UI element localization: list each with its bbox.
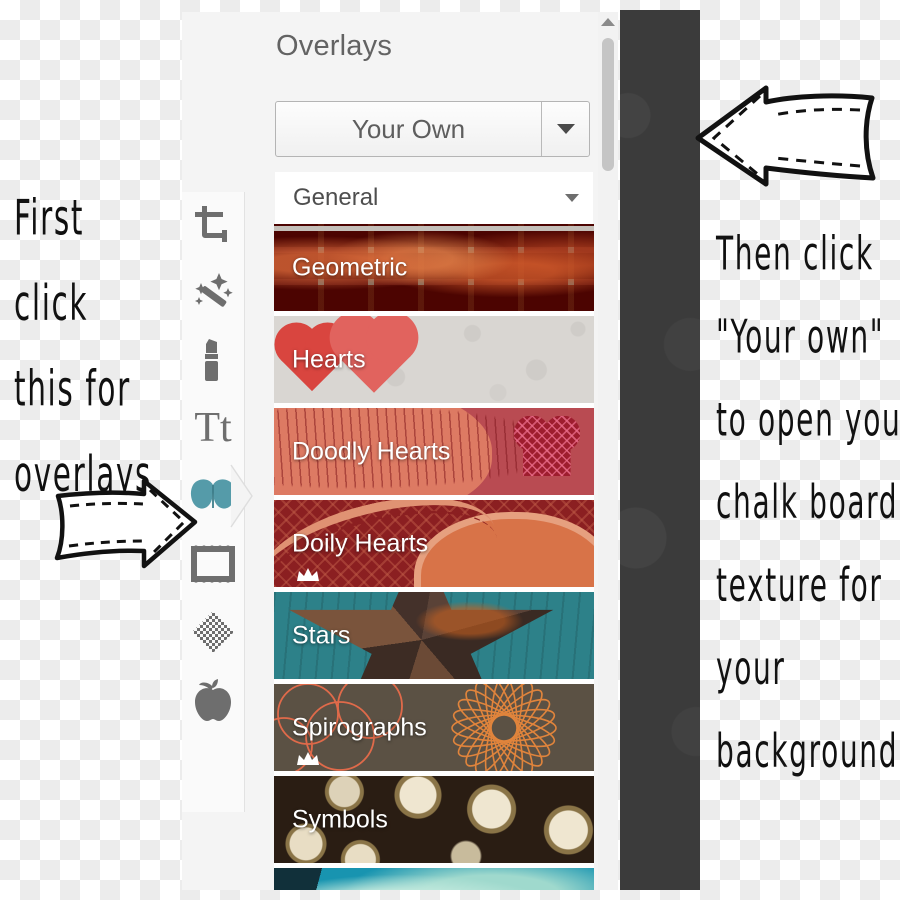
- crop-icon: [195, 206, 227, 242]
- sidebar-item-text[interactable]: Tt: [182, 396, 244, 460]
- list-item[interactable]: Stars: [274, 592, 594, 679]
- scrollbar[interactable]: [598, 12, 618, 890]
- lipstick-icon: [205, 339, 218, 381]
- list-item[interactable]: [274, 868, 594, 890]
- sidebar-item-beautify[interactable]: [182, 328, 244, 392]
- sidebar-item-textures[interactable]: [182, 600, 244, 664]
- dark-side-panel: [620, 10, 700, 890]
- scroll-up-arrow-icon[interactable]: [601, 18, 615, 26]
- annotation-right-text: Then click "Your own" to open your chalk…: [716, 226, 900, 779]
- magic-wand-icon: [195, 273, 233, 307]
- selected-indicator-chevron-icon: [230, 464, 253, 528]
- annotation-left-text: First click this for overlays: [14, 190, 153, 503]
- list-item[interactable]: Doily Hearts: [274, 500, 594, 587]
- sidebar-item-seasonal[interactable]: [182, 668, 244, 732]
- list-item-label: Stars: [292, 621, 351, 649]
- list-item-label: Doodly Hearts: [292, 437, 451, 465]
- list-item-label: Spirographs: [292, 713, 427, 741]
- your-own-chevron-down-icon[interactable]: [542, 102, 589, 156]
- premium-crown-icon: [297, 752, 319, 765]
- list-item-label: Geometric: [292, 253, 408, 281]
- decor-sketch-heart: [514, 416, 580, 478]
- editor-panel: Overlays Your Own General Tt Geometric H…: [182, 12, 618, 890]
- your-own-button[interactable]: Your Own: [276, 102, 542, 156]
- page-title: Overlays: [276, 30, 393, 62]
- apple-icon: [195, 679, 231, 721]
- arrow-right-doodle-icon: [54, 478, 198, 569]
- arrow-left-doodle-icon: [695, 85, 876, 187]
- list-item-label: Hearts: [292, 345, 366, 373]
- texture-mesh-icon: [192, 611, 234, 653]
- list-item-label: Symbols: [292, 805, 388, 833]
- overlay-category-list[interactable]: Geometric Hearts Doodly Hearts Doily Hea…: [274, 224, 594, 890]
- category-select[interactable]: General: [275, 172, 593, 224]
- list-item[interactable]: Symbols: [274, 776, 594, 863]
- your-own-dropdown[interactable]: Your Own: [275, 101, 590, 157]
- thumbnail-partial: [274, 868, 594, 890]
- text-tt-icon: Tt: [194, 405, 232, 451]
- chevron-down-icon: [565, 194, 579, 202]
- sidebar-item-crop[interactable]: [182, 192, 244, 256]
- list-item-label: Doily Hearts: [292, 529, 429, 557]
- scrollbar-thumb[interactable]: [602, 38, 614, 171]
- chevron-down-icon: [556, 124, 575, 134]
- list-item[interactable]: Geometric: [274, 224, 594, 311]
- category-select-value: General: [293, 184, 379, 211]
- premium-crown-icon: [297, 568, 319, 581]
- list-item[interactable]: Doodly Hearts: [274, 408, 594, 495]
- list-item[interactable]: Hearts: [274, 316, 594, 403]
- sidebar-item-effects[interactable]: [182, 260, 244, 324]
- list-item[interactable]: Spirographs: [274, 684, 594, 771]
